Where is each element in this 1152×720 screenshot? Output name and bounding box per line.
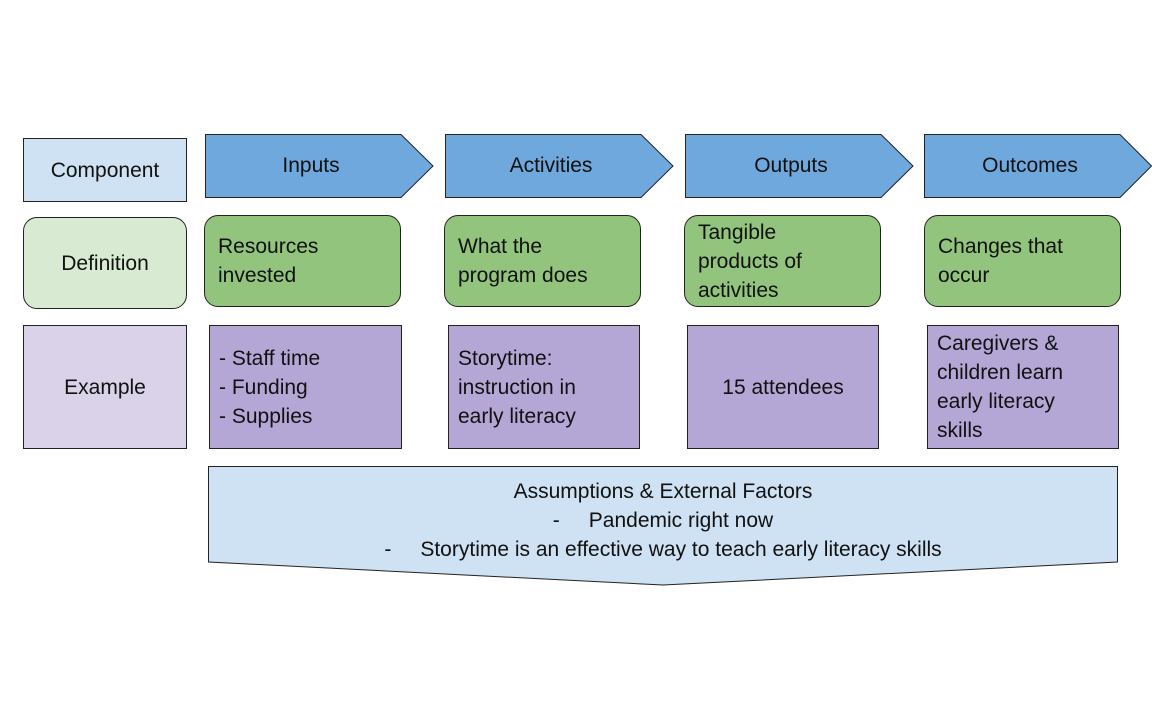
stage-chevron-outputs: Outputs [685, 134, 914, 198]
assumption-item: - Pandemic right now [208, 506, 1118, 535]
example-box-inputs: - Staff time - Funding - Supplies [209, 325, 402, 449]
stage-title: Inputs [282, 153, 340, 177]
bullet-dash: - [552, 509, 560, 532]
stage-chevron-activities: Activities [445, 134, 674, 198]
definition-text: Tangible products of activities [698, 220, 802, 302]
component-label: Component [23, 138, 187, 202]
assumptions-box: Assumptions & External Factors - Pandemic… [208, 466, 1118, 586]
stage-chevron-outcomes: Outcomes [924, 134, 1152, 198]
stage-title: Outputs [754, 153, 828, 177]
example-box-outputs: 15 attendees [687, 325, 879, 449]
stage-title: Outcomes [982, 153, 1078, 177]
bullet-dash: - [384, 538, 392, 561]
example-label: Example [23, 325, 187, 449]
definition-label: Definition [23, 217, 187, 309]
assumptions-title: Assumptions & External Factors [513, 480, 813, 503]
example-text: 15 attendees [722, 375, 844, 399]
example-text: - Staff time - Funding - Supplies [219, 346, 321, 428]
definition-box-outputs: Tangible products of activities [684, 215, 881, 307]
example-text: Caregivers & children learn early litera… [937, 332, 1064, 442]
definition-label-text: Definition [61, 251, 149, 275]
example-text: Storytime: instruction in early literacy [458, 346, 576, 428]
example-label-text: Example [64, 375, 146, 399]
example-box-activities: Storytime: instruction in early literacy [448, 325, 640, 449]
assumption-text: Pandemic right now [588, 509, 774, 532]
stage-title: Activities [509, 153, 593, 177]
definition-text: Resources invested [218, 235, 319, 287]
definition-box-inputs: Resources invested [204, 215, 401, 307]
component-label-text: Component [50, 158, 160, 182]
stage-chevron-inputs: Inputs [205, 134, 434, 198]
definition-text: What the program does [458, 235, 588, 287]
definition-box-outcomes: Changes that occur [924, 215, 1121, 307]
definition-text: Changes that occur [938, 235, 1063, 287]
assumption-item: - Storytime is an effective way to teach … [208, 535, 1118, 564]
assumption-text: Storytime is an effective way to teach e… [420, 538, 942, 561]
example-box-outcomes: Caregivers & children learn early litera… [927, 325, 1119, 449]
definition-box-activities: What the program does [444, 215, 641, 307]
